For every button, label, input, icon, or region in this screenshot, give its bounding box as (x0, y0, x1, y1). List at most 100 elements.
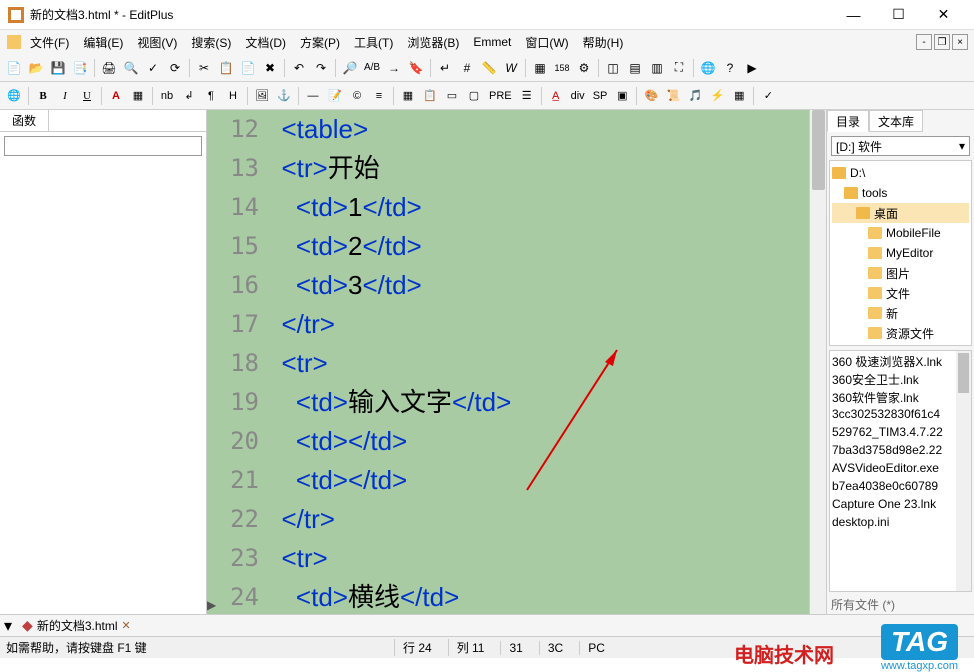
italic-icon[interactable]: I (55, 86, 75, 106)
save-icon[interactable]: 💾 (48, 58, 68, 78)
wordwrap-icon[interactable]: ↵ (435, 58, 455, 78)
menu-tools[interactable]: 工具(T) (348, 32, 399, 53)
cliptext-tab[interactable]: 文本库 (869, 110, 923, 132)
nbsp-icon[interactable]: nb (157, 86, 177, 106)
file-item[interactable]: 7ba3d3758d98e2.22 (832, 443, 969, 461)
mdi-close[interactable]: × (952, 34, 968, 50)
form-icon[interactable]: 📋 (420, 86, 440, 106)
window-split-icon[interactable]: ◫ (603, 58, 623, 78)
ruler-icon[interactable]: 📏 (479, 58, 499, 78)
file-item[interactable]: 3cc302532830f61c4 (832, 407, 969, 425)
tree-item[interactable]: tools (832, 183, 969, 203)
menu-search[interactable]: 搜索(S) (185, 32, 237, 53)
file-item[interactable]: 360 极速浏览器X.lnk (832, 353, 969, 371)
refresh-icon[interactable]: ⟳ (165, 58, 185, 78)
document-tab[interactable]: ◆ 新的文档3.html ✕ (18, 617, 135, 634)
function-search-input[interactable] (4, 136, 202, 156)
tree-item[interactable]: MobileFile (832, 223, 969, 243)
redo-icon[interactable]: ↷ (311, 58, 331, 78)
print-preview-icon[interactable]: 🔍 (121, 58, 141, 78)
table-icon[interactable]: ▦ (398, 86, 418, 106)
flash-icon[interactable]: ⚡ (707, 86, 727, 106)
tree-item[interactable]: 图片 (832, 263, 969, 283)
filelist-thumb[interactable] (958, 353, 969, 393)
bold-icon[interactable]: B (33, 86, 53, 106)
pre-icon[interactable]: PRE (486, 86, 515, 106)
minimize-button[interactable]: ― (831, 1, 876, 29)
font-color-icon[interactable]: A (106, 86, 126, 106)
code-line[interactable]: <td></td> (267, 461, 826, 500)
menu-window[interactable]: 窗口(W) (519, 32, 574, 53)
anchor-icon[interactable]: ⚓ (274, 86, 294, 106)
fullscreen-icon[interactable]: ⛶ (669, 58, 689, 78)
menu-document[interactable]: 文档(D) (239, 32, 292, 53)
menu-emmet[interactable]: Emmet (467, 33, 517, 51)
hex-icon[interactable]: 158 (552, 58, 572, 78)
code-line[interactable]: <td>输入文字</td> (267, 383, 826, 422)
mdi-minimize[interactable]: - (916, 34, 932, 50)
code-line[interactable]: <td>横线</td> (267, 578, 826, 614)
copy-icon[interactable]: 📋 (216, 58, 236, 78)
editor-scrollbar[interactable] (809, 110, 826, 614)
span-icon[interactable]: SP (590, 86, 611, 106)
file-item[interactable]: 360安全卫士.lnk (832, 371, 969, 389)
code-line[interactable]: <tr> (267, 344, 826, 383)
validate-icon[interactable]: ✓ (758, 86, 778, 106)
tree-item[interactable]: 资源文件 (832, 323, 969, 343)
print-icon[interactable]: 🖨 (99, 58, 119, 78)
code-line[interactable]: <td>2</td> (267, 227, 826, 266)
replace-icon[interactable]: A/B (362, 58, 382, 78)
menu-view[interactable]: 视图(V) (131, 32, 183, 53)
settings-icon[interactable]: ⚙ (574, 58, 594, 78)
column-icon[interactable]: ▦ (530, 58, 550, 78)
file-item[interactable]: Capture One 23.lnk (832, 497, 969, 515)
menu-browser[interactable]: 浏览器(B) (401, 32, 465, 53)
new-file-icon[interactable]: 📄 (4, 58, 24, 78)
open-file-icon[interactable]: 📂 (26, 58, 46, 78)
menu-file[interactable]: 文件(F) (24, 32, 75, 53)
tree-item[interactable]: MyEditor (832, 243, 969, 263)
goto-icon[interactable]: → (384, 58, 404, 78)
window-cascade-icon[interactable]: ▥ (647, 58, 667, 78)
window-tile-icon[interactable]: ▤ (625, 58, 645, 78)
image-icon[interactable]: 🖼 (252, 86, 272, 106)
filelist-scrollbar[interactable] (956, 351, 971, 591)
underline-icon[interactable]: U (77, 86, 97, 106)
list-icon[interactable]: ☰ (517, 86, 537, 106)
code-area[interactable]: <table> <tr>开始 <td>1</td> <td>2</td> <td… (267, 110, 826, 614)
file-item[interactable]: AVSVideoEditor.exe (832, 461, 969, 479)
cut-icon[interactable]: ✂ (194, 58, 214, 78)
input-icon[interactable]: ▭ (442, 86, 462, 106)
frame-icon[interactable]: ▦ (729, 86, 749, 106)
paste-icon[interactable]: 📄 (238, 58, 258, 78)
file-item[interactable]: 360软件管家.lnk (832, 389, 969, 407)
code-line[interactable]: <tr>开始 (267, 149, 826, 188)
css-icon[interactable]: 🎨 (641, 86, 661, 106)
file-list[interactable]: 360 极速浏览器X.lnk360安全卫士.lnk360软件管家.lnk3cc3… (829, 350, 972, 592)
code-editor[interactable]: 12131415161718192021222324 <table> <tr>开… (207, 110, 826, 614)
tree-item[interactable]: 文件 (832, 283, 969, 303)
media-icon[interactable]: 🎵 (685, 86, 705, 106)
js-icon[interactable]: 📜 (663, 86, 683, 106)
textarea-icon[interactable]: ▢ (464, 86, 484, 106)
code-line[interactable]: </tr> (267, 500, 826, 539)
code-line[interactable]: <table> (267, 110, 826, 149)
indent-icon[interactable]: W (501, 58, 521, 78)
scrollbar-thumb[interactable] (812, 110, 825, 190)
file-item[interactable]: 529762_TIM3.4.7.22 (832, 425, 969, 443)
tree-item[interactable]: D:\ (832, 163, 969, 183)
div-icon[interactable]: div (568, 86, 588, 106)
menu-project[interactable]: 方案(P) (294, 32, 346, 53)
close-button[interactable]: ✕ (921, 1, 966, 29)
tab-list-icon[interactable]: ▾ (4, 616, 12, 636)
code-line[interactable]: <tr> (267, 539, 826, 578)
para-icon[interactable]: ¶ (201, 86, 221, 106)
tab-close-icon[interactable]: ✕ (122, 619, 131, 632)
char-icon[interactable]: © (347, 86, 367, 106)
browser-icon[interactable]: 🌐 (698, 58, 718, 78)
tree-item[interactable]: 新 (832, 303, 969, 323)
directory-tab[interactable]: 目录 (827, 110, 869, 132)
file-item[interactable]: b7ea4038e0c60789 (832, 479, 969, 497)
mdi-restore[interactable]: ❐ (934, 34, 950, 50)
folder-tree[interactable]: D:\tools桌面MobileFileMyEditor图片文件新资源文件 (829, 160, 972, 346)
